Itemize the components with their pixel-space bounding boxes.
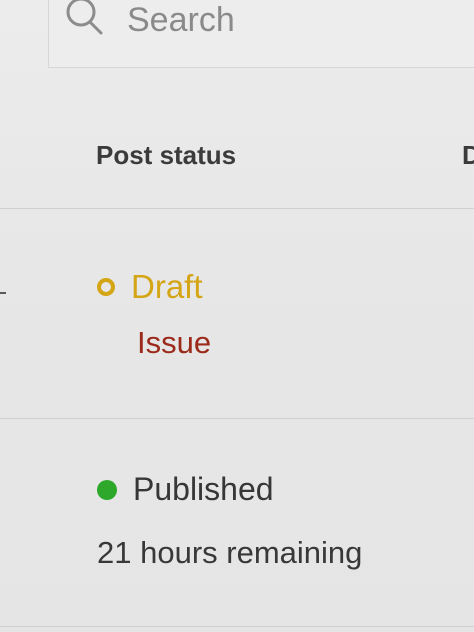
issue-link[interactable]: Issue (137, 325, 211, 361)
header-divider (0, 208, 474, 209)
column-header-next[interactable]: D (462, 140, 474, 171)
search-bar[interactable] (48, 0, 474, 68)
row-divider-bottom (0, 626, 474, 627)
published-status-icon (97, 479, 117, 500)
time-remaining: 21 hours remaining (97, 535, 363, 570)
table-row-draft-status: Draft (97, 268, 203, 306)
search-input[interactable] (127, 0, 467, 40)
row-selection-edge (0, 292, 6, 294)
draft-status-icon (97, 278, 115, 296)
column-header-post-status[interactable]: Post status (96, 140, 236, 171)
status-label-draft: Draft (131, 268, 203, 305)
table-row-published-status: Published (97, 471, 274, 508)
status-label-published: Published (133, 471, 274, 507)
post-list-page: Post status D Draft Issue Published 21 h… (0, 0, 474, 632)
search-icon (66, 0, 103, 35)
row-divider (0, 418, 474, 419)
